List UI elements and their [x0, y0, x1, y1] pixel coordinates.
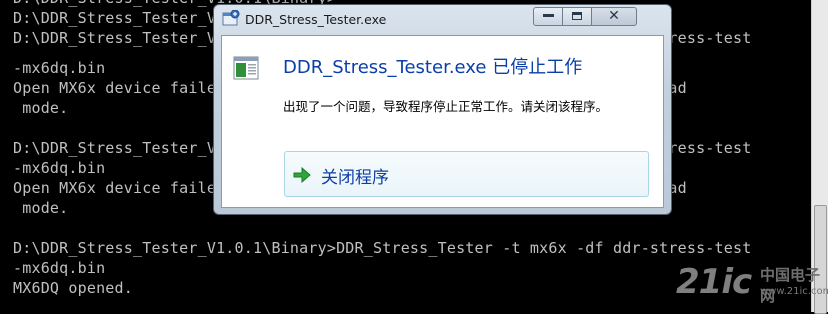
- green-arrow-icon: [293, 167, 311, 183]
- app-icon: [222, 10, 240, 26]
- console-line: -mx6dq.bin: [13, 259, 106, 277]
- console-line: MX6DQ opened.: [13, 279, 133, 297]
- dialog-content: DDR_Stress_Tester.exe 已停止工作 出现了一个问题，导致程序…: [221, 35, 664, 208]
- program-window-icon: [233, 56, 259, 80]
- error-dialog: DDR_Stress_Tester.exe ✕ DDR_Stress_Teste…: [213, 4, 672, 215]
- minimize-icon: [543, 14, 554, 17]
- console-line: -mx6dq.bin: [13, 159, 106, 177]
- maximize-button[interactable]: [562, 7, 592, 26]
- dialog-titlebar[interactable]: DDR_Stress_Tester.exe ✕: [214, 5, 671, 35]
- watermark-site-name: 中国电子网: [760, 266, 821, 305]
- dialog-message: 出现了一个问题，导致程序停止正常工作。请关闭该程序。: [283, 99, 609, 114]
- close-button[interactable]: ✕: [591, 7, 637, 26]
- watermark: 21ic 中国电子网 www.21ic.com: [676, 262, 828, 310]
- maximize-icon: [572, 12, 582, 20]
- close-program-button[interactable]: 关闭程序: [284, 151, 649, 197]
- console-line: D:\DDR_Stress_Tester_V1.0.1\Binary>DDR_S…: [13, 239, 752, 257]
- console-line: -mx6dq.bin: [13, 59, 106, 77]
- watermark-logo: 21ic: [676, 262, 752, 302]
- dialog-title: DDR_Stress_Tester.exe: [245, 12, 387, 27]
- console-line: mode.: [13, 199, 69, 217]
- watermark-url: www.21ic.com: [760, 286, 828, 297]
- close-program-label: 关闭程序: [321, 168, 389, 188]
- console-line: mode.: [13, 99, 69, 117]
- dialog-heading: DDR_Stress_Tester.exe 已停止工作: [283, 57, 583, 78]
- minimize-button[interactable]: [533, 7, 563, 26]
- close-icon: ✕: [608, 8, 620, 24]
